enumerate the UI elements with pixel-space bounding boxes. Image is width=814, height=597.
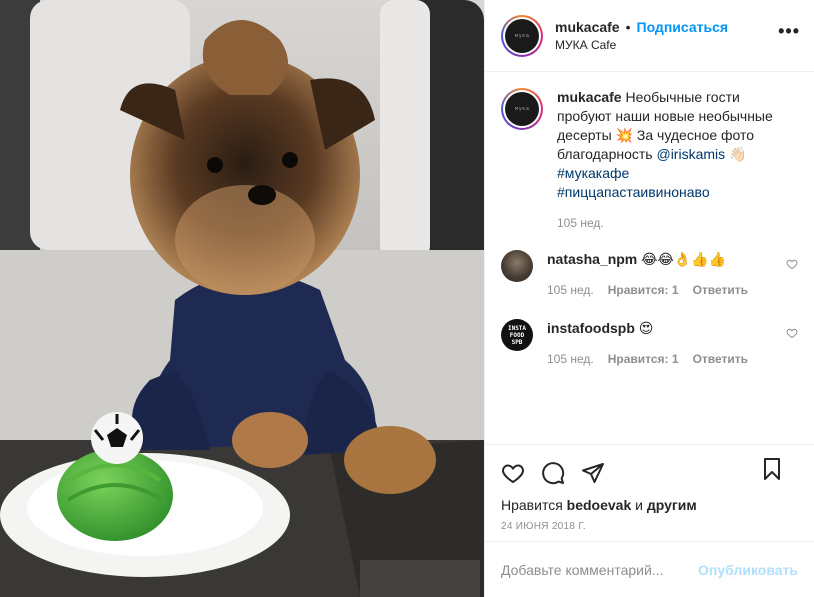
comment-likes[interactable]: Нравится: 1 [608, 283, 679, 297]
author-username[interactable]: mukacafe [555, 19, 620, 35]
location-link[interactable]: МУКА Cafe [555, 38, 728, 52]
reply-button[interactable]: Ответить [693, 352, 748, 366]
caption-avatar[interactable]: мука [501, 88, 543, 130]
post-date[interactable]: 24 ИЮНЯ 2018 Г. [485, 513, 814, 532]
post-sidebar: мука mukacafe • Подписаться МУКА Cafe ••… [484, 0, 814, 597]
hashtag-link[interactable]: #пиццапастаивинонаво [557, 184, 710, 200]
action-icons [485, 445, 814, 489]
add-comment-bar: Добавьте комментарий... Опубликовать [485, 541, 814, 597]
post-photo[interactable] [0, 0, 484, 597]
comment-input[interactable]: Добавьте комментарий... [501, 562, 698, 578]
comment-icon[interactable] [541, 461, 565, 485]
commenter-avatar[interactable]: INSTA FOOD SPB [501, 319, 533, 351]
comment-item: natasha_npm 😂😂👌👍👍 105 нед. Нравится: 1 О… [501, 250, 798, 297]
comment-heart-icon[interactable] [786, 258, 798, 270]
post-header: мука mukacafe • Подписаться МУКА Cafe ••… [485, 0, 814, 72]
hashtag-link[interactable]: #мукакафе [557, 165, 629, 181]
caption-avatar-image: мука [505, 92, 539, 126]
share-icon[interactable] [581, 461, 605, 485]
comment-likes[interactable]: Нравится: 1 [608, 352, 679, 366]
more-options-icon[interactable]: ••• [778, 22, 800, 40]
author-avatar-image: мука [505, 18, 539, 53]
likes-summary: Нравится bedoevak и другим [501, 497, 697, 513]
comments-list: мука mukacafe Необычные гости пробуют на… [485, 72, 814, 451]
caption-username[interactable]: mukacafe [557, 89, 622, 105]
post-actions-section: Нравится bedoevak и другим 24 ИЮНЯ 2018 … [485, 444, 814, 597]
publish-button[interactable]: Опубликовать [698, 562, 798, 578]
follow-button[interactable]: Подписаться [637, 19, 729, 35]
caption-text: mukacafe Необычные гости пробуют наши но… [557, 89, 773, 200]
reply-button[interactable]: Ответить [693, 283, 748, 297]
comment-heart-icon[interactable] [786, 327, 798, 339]
dog-photo-illustration [0, 0, 484, 597]
caption: мука mukacafe Необычные гости пробуют на… [501, 88, 798, 230]
commenter-username[interactable]: natasha_npm [547, 251, 637, 267]
heart-icon[interactable] [501, 461, 525, 485]
comment-text: 😂😂👌👍👍 [637, 251, 727, 267]
author-avatar[interactable]: мука [501, 14, 543, 57]
comment-text: 😍 [634, 320, 654, 336]
mention-link[interactable]: @iriskamis [656, 146, 725, 162]
caption-time[interactable]: 105 нед. [557, 216, 604, 230]
liker-username[interactable]: bedoevak [567, 497, 632, 513]
bookmark-icon[interactable] [760, 457, 784, 481]
comment-time[interactable]: 105 нед. [547, 283, 594, 297]
commenter-avatar[interactable] [501, 250, 533, 282]
comment-item: INSTA FOOD SPB instafoodspb 😍 105 нед. Н… [501, 319, 798, 366]
commenter-username[interactable]: instafoodspb [547, 320, 635, 336]
comment-time[interactable]: 105 нед. [547, 352, 594, 366]
emoji: 💥 [615, 127, 634, 143]
likers-link[interactable]: другим [647, 497, 697, 513]
instagram-post: мука mukacafe • Подписаться МУКА Cafe ••… [0, 0, 814, 597]
header-separator: • [625, 19, 631, 35]
